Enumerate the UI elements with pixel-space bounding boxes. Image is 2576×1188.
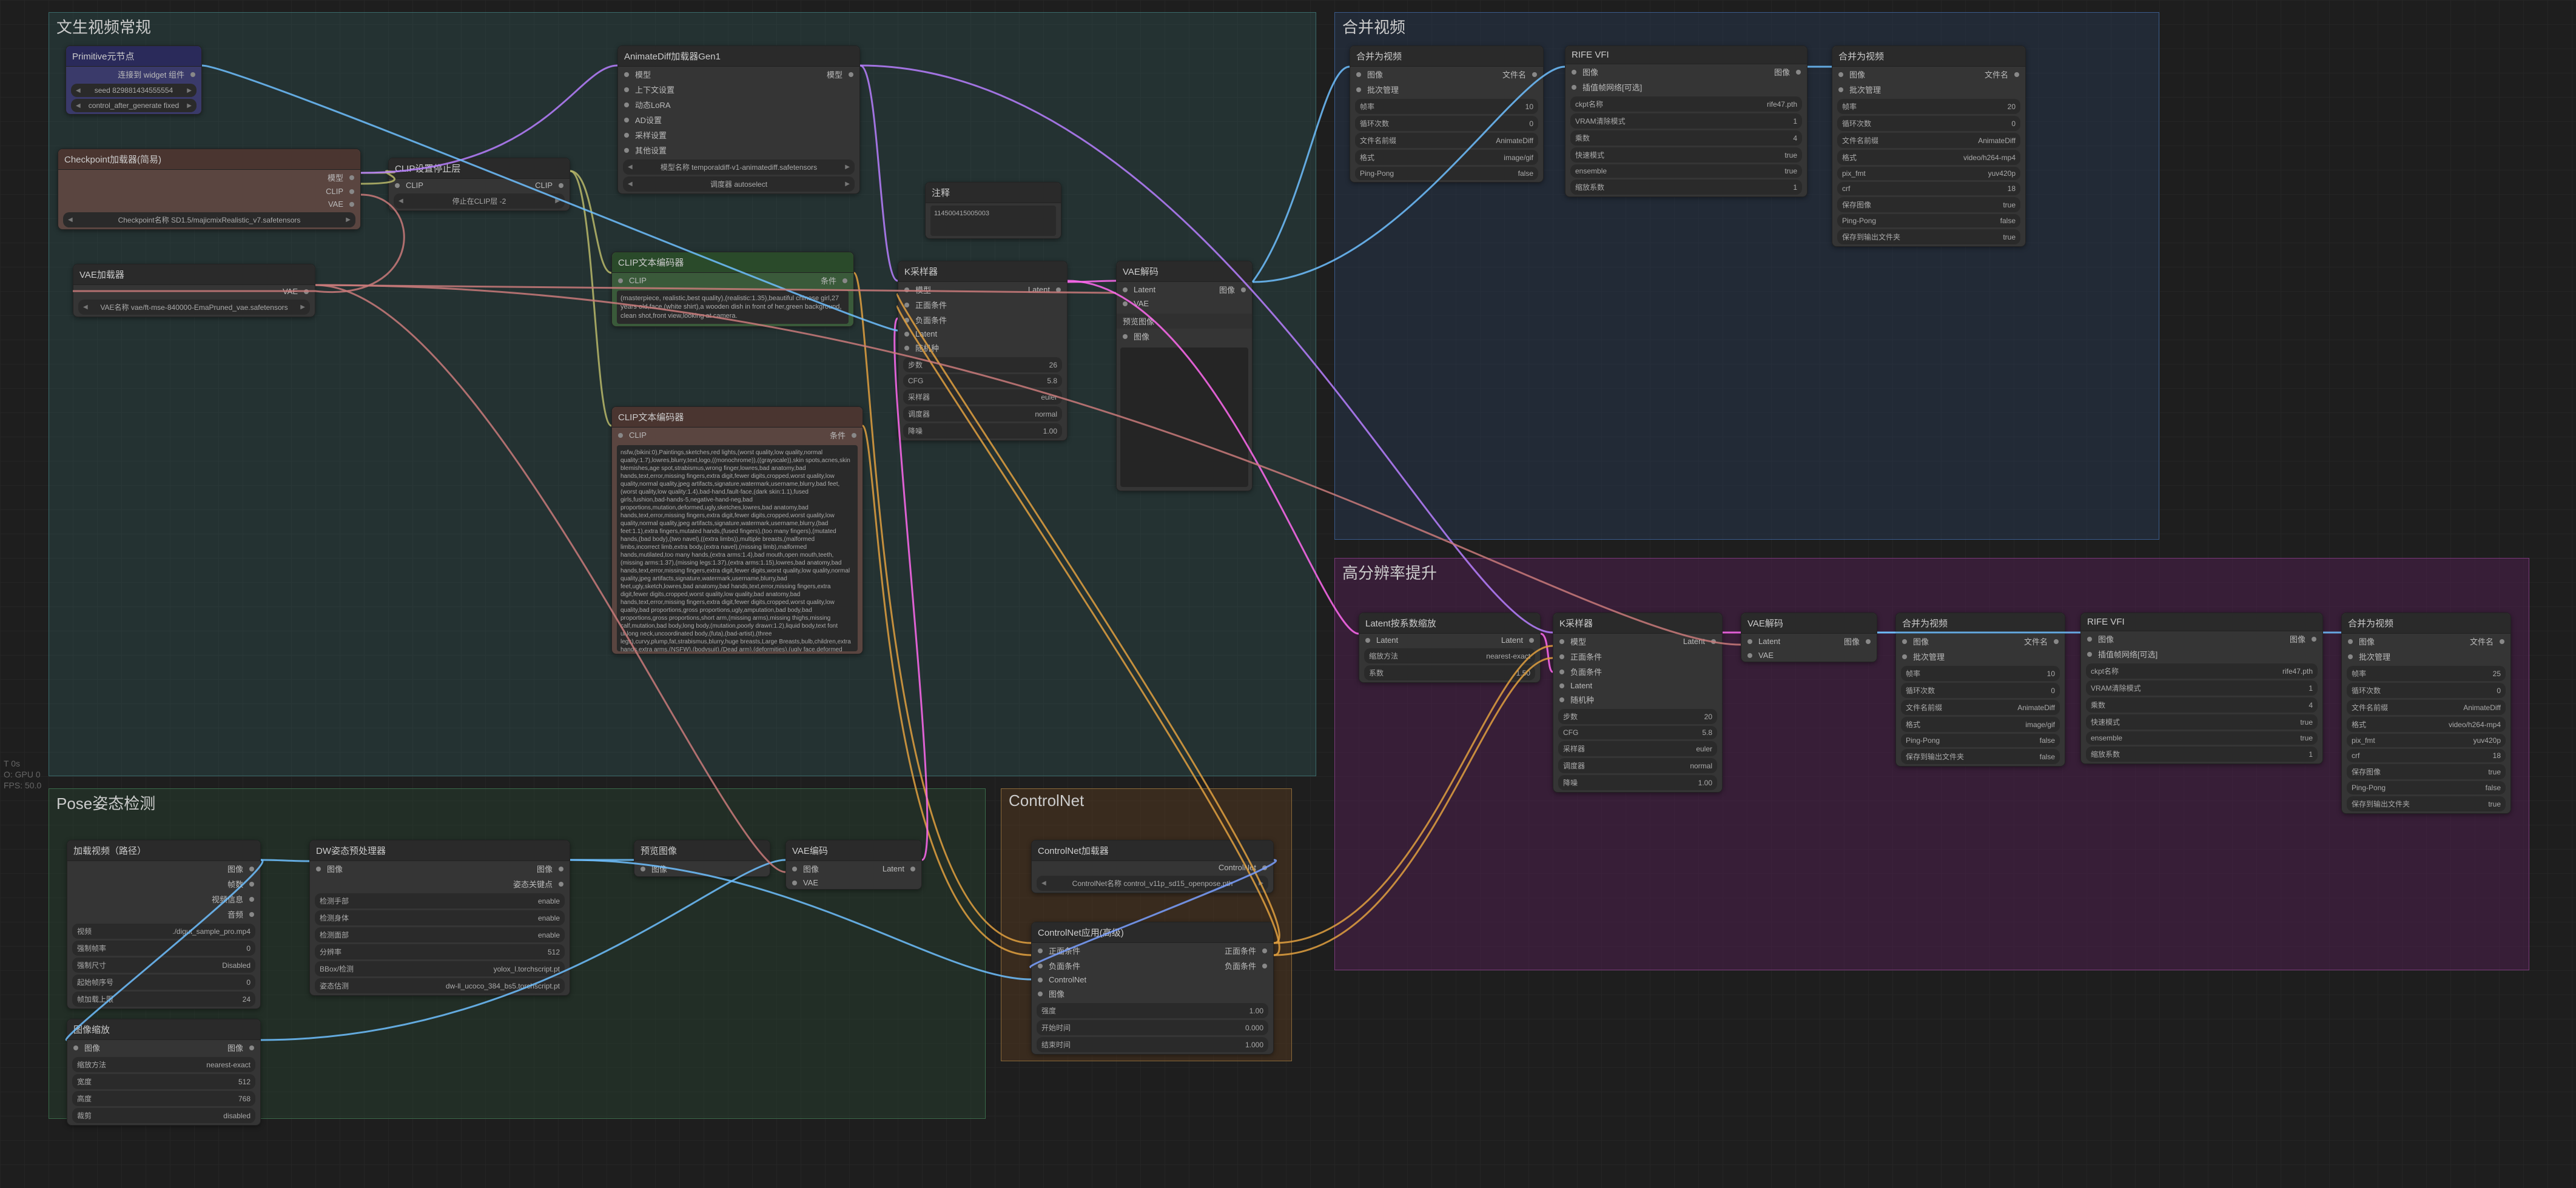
node-title: VAE解码: [1117, 261, 1252, 282]
prompt-neg[interactable]: nsfw,(bikini:0),Paintings,sketches,red l…: [617, 445, 858, 651]
node-title: CLIP设置停止层: [389, 158, 570, 179]
group-title: 合并视频: [1342, 15, 1405, 38]
node-cn-apply[interactable]: ControlNet应用(高级) 正面条件正面条件 负面条件负面条件 Contr…: [1031, 922, 1274, 1055]
node-latent-scale[interactable]: Latent按系数缩放 LatentLatent 缩放方法nearest-exa…: [1359, 612, 1541, 683]
node-primitive[interactable]: Primitive元节点 连接到 widget 组件 ◀seed 8298814…: [66, 45, 202, 115]
node-cn-loader[interactable]: ControlNet加载器 ControlNet ◀ControlNet名称 c…: [1031, 840, 1274, 893]
node-ksampler[interactable]: K采样器 模型Latent 正面条件 负面条件 Latent 随机种 步数26 …: [898, 261, 1068, 441]
group-title: Pose姿态检测: [56, 791, 155, 814]
node-clip-neg[interactable]: CLIP文本编码器 CLIP 条件 nsfw,(bikini:0),Paintin…: [611, 406, 863, 654]
out-vae[interactable]: VAE: [328, 200, 354, 209]
node-title: AnimateDiff加载器Gen1: [618, 46, 859, 67]
node-vae-encode[interactable]: VAE编码 图像Latent VAE: [785, 840, 922, 890]
widget-vae[interactable]: ◀VAE名称 vae/ft-mse-840000-EmaPruned_vae.s…: [78, 300, 310, 315]
node-rife-1[interactable]: RIFE VFI 图像图像 插值帧网络[可选] ckpt名称rife47.pth…: [1565, 45, 1808, 197]
node-dw-pose[interactable]: DW姿态预处理器 图像图像 姿态关键点 检测手部enable 检测身体enabl…: [309, 840, 570, 996]
out-cond[interactable]: 条件: [830, 429, 856, 441]
note-body[interactable]: 114500415005003: [930, 206, 1056, 236]
node-title: Primitive元节点: [66, 46, 201, 67]
node-title: CLIP文本编码器: [612, 407, 863, 428]
node-title: CLIP文本编码器: [612, 252, 853, 273]
node-preview[interactable]: 预览图像 图像: [634, 840, 770, 877]
node-title: Checkpoint加载器(简易): [58, 149, 360, 170]
node-checkpoint[interactable]: Checkpoint加载器(简易) 模型 CLIP VAE ◀Checkpoin…: [58, 149, 361, 230]
node-animatediff[interactable]: AnimateDiff加载器Gen1 模型模型 上下文设置 动态LoRA AD设…: [617, 45, 860, 194]
in-clip[interactable]: CLIP: [395, 181, 423, 190]
node-image-scale[interactable]: 图像缩放 图像图像 缩放方法nearest-exact 宽度512 高度768 …: [67, 1019, 261, 1126]
out-model[interactable]: 模型: [827, 69, 853, 80]
widget-ckpt[interactable]: ◀Checkpoint名称 SD1.5/majicmixRealistic_v7…: [63, 212, 355, 227]
out-model[interactable]: 模型: [328, 172, 354, 183]
in-clip[interactable]: CLIP: [618, 276, 647, 285]
node-clip-skip[interactable]: CLIP设置停止层 CLIP CLIP ◀停止在CLIP层 -2▶: [388, 158, 570, 211]
node-note[interactable]: 注释 114500415005003: [925, 182, 1061, 239]
prompt-pos[interactable]: (masterpiece, realistic,best quality),(r…: [617, 290, 849, 324]
node-combine-2[interactable]: 合并为视频 图像文件名 批次管理 帧率20 循环次数0 文件名前缀Animate…: [1832, 45, 2026, 247]
preview-area: [1120, 347, 1248, 487]
node-vae-loader[interactable]: VAE加载器 VAE ◀VAE名称 vae/ft-mse-840000-EmaP…: [73, 264, 315, 317]
out-vae[interactable]: VAE: [283, 287, 309, 296]
widget-model[interactable]: ◀模型名称 temporaldiff-v1-animatediff.safete…: [623, 159, 855, 175]
output-connect[interactable]: 连接到 widget 组件: [118, 69, 195, 80]
node-vae-decode-2[interactable]: VAE解码 Latent图像 VAE: [1741, 612, 1877, 662]
widget-cag[interactable]: ◀control_after_generate fixed▶: [71, 99, 197, 112]
node-combine-1[interactable]: 合并为视频 图像文件名 批次管理 帧率10 循环次数0 文件名前缀Animate…: [1350, 45, 1544, 183]
node-title: K采样器: [898, 261, 1067, 282]
group-title: 高分辨率提升: [1342, 561, 1437, 583]
group-title: ControlNet: [1009, 791, 1084, 810]
node-title: VAE加载器: [73, 264, 315, 285]
widget-sched[interactable]: ◀调度器 autoselect▶: [623, 176, 855, 192]
node-combine-4[interactable]: 合并为视频 图像文件名 批次管理 帧率25 循环次数0 文件名前缀Animate…: [2341, 612, 2511, 814]
node-load-video[interactable]: 加载视频（路径） 图像 帧数 视频信息 音频 视频./digut_sample_…: [67, 840, 261, 1009]
node-title: 注释: [926, 183, 1061, 203]
widget-stop[interactable]: ◀停止在CLIP层 -2▶: [394, 193, 565, 209]
node-combine-3[interactable]: 合并为视频 图像文件名 批次管理 帧率10 循环次数0 文件名前缀Animate…: [1895, 612, 2065, 767]
node-vae-decode[interactable]: VAE解码 Latent图像 VAE 预览图像 图像: [1116, 261, 1253, 491]
out-clip[interactable]: CLIP: [326, 187, 354, 196]
in-model[interactable]: 模型: [624, 69, 651, 80]
group-title: 文生视频常规: [56, 15, 151, 38]
in-clip[interactable]: CLIP: [618, 431, 647, 440]
node-clip-pos[interactable]: CLIP文本编码器 CLIP 条件 (masterpiece, realistic…: [611, 252, 854, 327]
canvas-info: T 0sO: GPU 0FPS: 50.0: [4, 758, 41, 791]
node-rife-2[interactable]: RIFE VFI 图像图像 插值帧网络[可选] ckpt名称rife47.pth…: [2080, 612, 2323, 764]
out-cond[interactable]: 条件: [821, 275, 847, 286]
node-ksampler-2[interactable]: K采样器 模型Latent 正面条件 负面条件 Latent 随机种 步数20 …: [1553, 612, 1723, 793]
widget-seed[interactable]: ◀seed 829881434555554▶: [71, 84, 197, 97]
out-clip[interactable]: CLIP: [535, 181, 563, 190]
